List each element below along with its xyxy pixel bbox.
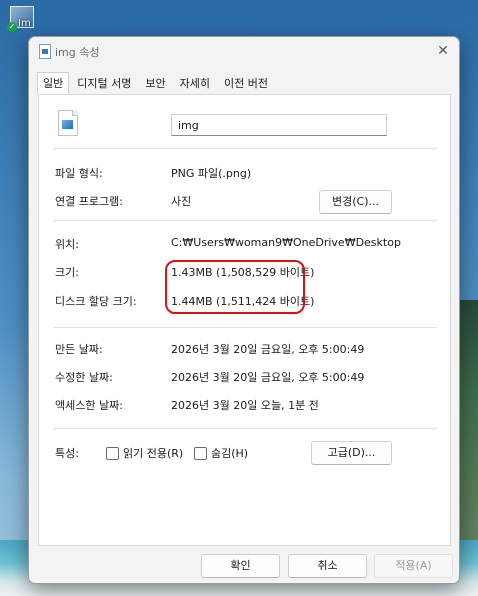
location-value: C:₩Users₩woman9₩OneDrive₩Desktop [171,236,401,249]
desktop-file-icon[interactable]: ✓ Im [4,4,38,34]
accessed-label: 액세스한 날짜: [55,399,123,412]
title-bar[interactable]: img 속성 ✕ [29,37,459,65]
file-type-value: PNG 파일(.png) [171,167,252,180]
checkbox-box[interactable] [194,446,207,460]
divider [53,220,437,221]
cancel-button[interactable]: 취소 [288,554,367,578]
size-label: 크기: [55,266,79,279]
size-on-disk-label: 디스크 할당 크기: [55,295,137,308]
ok-button[interactable]: 확인 [201,554,280,578]
checkbox-box[interactable] [106,446,119,460]
general-panel: 파일 형식: PNG 파일(.png) 연결 프로그램: 사진 변경(C)...… [38,94,451,546]
readonly-checkbox[interactable]: 읽기 전용(R) [106,445,183,461]
png-file-icon [58,110,78,136]
close-button[interactable]: ✕ [433,41,453,61]
tab-strip: 일반 디지털 서명 보안 자세히 이전 버전 [37,72,276,95]
advanced-button[interactable]: 고급(D)... [311,441,392,465]
opens-with-value: 사진 [171,195,192,208]
tab-security[interactable]: 보안 [139,72,171,95]
divider [53,327,437,328]
created-label: 만든 날짜: [55,343,103,356]
change-button[interactable]: 변경(C)... [319,190,392,214]
opens-with-label: 연결 프로그램: [55,195,123,208]
attributes-label: 특성: [55,447,79,460]
tab-details[interactable]: 자세히 [174,72,216,95]
hidden-checkbox-label: 숨김(H) [211,447,249,460]
size-highlight-annotation [165,260,305,314]
readonly-checkbox-label: 읽기 전용(R) [123,447,184,460]
properties-dialog: img 속성 ✕ 일반 디지털 서명 보안 자세히 이전 버전 파일 형식: P… [28,36,460,584]
divider [53,428,437,429]
file-type-icon [39,44,51,59]
apply-button[interactable]: 적용(A) [374,554,453,578]
tab-previous-versions[interactable]: 이전 버전 [218,72,274,95]
dialog-title: img 속성 [55,46,100,59]
file-type-label: 파일 형식: [55,167,103,180]
sync-check-icon: ✓ [7,22,17,32]
divider [53,148,437,149]
created-value: 2026년 3월 20일 금요일, 오후 5:00:49 [171,343,365,356]
tab-digital-signature[interactable]: 디지털 서명 [71,72,137,95]
desktop-file-label: Im [18,18,31,29]
accessed-value: 2026년 3월 20일 오늘, 1분 전 [171,399,319,412]
location-label: 위치: [55,238,79,251]
file-name-input[interactable] [171,114,387,136]
modified-value: 2026년 3월 20일 금요일, 오후 5:00:49 [171,371,365,384]
modified-label: 수정한 날짜: [55,371,113,384]
tab-general[interactable]: 일반 [37,72,70,95]
hidden-checkbox[interactable]: 숨김(H) [194,445,248,461]
